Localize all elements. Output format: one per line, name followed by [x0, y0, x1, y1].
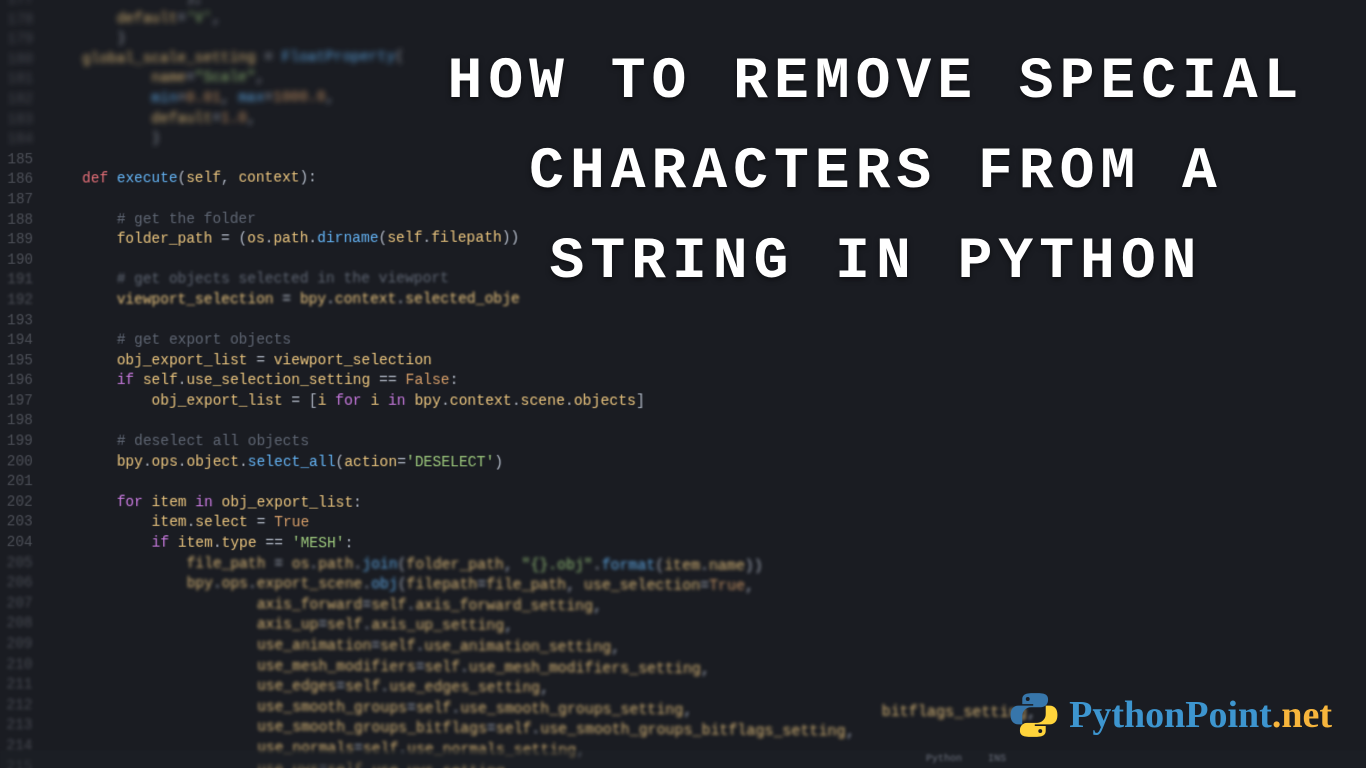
line-number: 177 — [1, 0, 48, 11]
code-content: name="Scale", — [48, 69, 265, 91]
code-content: default='V', — [48, 9, 221, 30]
line-number: 184 — [0, 131, 47, 151]
code-content: # get objects selected in the viewport — [47, 270, 449, 291]
code-content: default=1.0, — [48, 109, 256, 130]
line-number: 203 — [0, 513, 47, 533]
code-line: 195 obj_export_list = viewport_selection — [0, 351, 1366, 372]
line-number: 201 — [0, 473, 47, 493]
code-content: # get export objects — [47, 331, 291, 351]
code-content: global_scale_setting = FloatProperty( — [48, 48, 404, 71]
code-line: 199 # deselect all objects — [0, 432, 1366, 455]
line-number: 185 — [0, 151, 47, 171]
line-number: 211 — [0, 676, 47, 697]
python-logo-icon — [1009, 690, 1059, 740]
code-content: ) — [48, 30, 126, 51]
brand: PythonPoint.net — [1009, 690, 1332, 740]
line-number: 178 — [1, 11, 48, 31]
line-number: 205 — [0, 554, 47, 574]
line-number: 195 — [0, 352, 47, 372]
code-content: if self.use_selection_setting == False: — [47, 372, 458, 392]
code-content: # get the folder — [48, 210, 256, 231]
line-number: 187 — [0, 191, 47, 211]
code-content: if item.type == 'MESH': — [47, 534, 353, 556]
code-content: for item in obj_export_list: — [47, 493, 362, 514]
line-number: 207 — [0, 594, 47, 615]
line-number: 208 — [0, 615, 47, 636]
code-content: bpy.ops.object.select_all(action='DESELE… — [47, 453, 503, 474]
status-mode: INS — [988, 754, 1006, 765]
line-number: 193 — [0, 311, 47, 331]
code-line: 197 obj_export_list = [i for i in bpy.co… — [0, 392, 1366, 413]
code-content: obj_export_list = [i for i in bpy.contex… — [47, 392, 645, 413]
code-content: # deselect all objects — [47, 433, 309, 454]
code-content: ) — [48, 130, 160, 151]
line-number: 190 — [0, 251, 47, 271]
line-number: 194 — [0, 332, 47, 352]
line-number: 212 — [0, 696, 47, 717]
line-number: 200 — [0, 453, 47, 473]
code-content: item.select = True — [47, 514, 309, 535]
line-number: 199 — [0, 432, 47, 452]
code-content: min=0.01, max=1000.0, — [48, 89, 335, 111]
line-number: 182 — [0, 91, 47, 111]
code-line: 194 # get export objects — [0, 330, 1366, 352]
code-line: 198 — [0, 412, 1366, 434]
code-line: 196 if self.use_selection_setting == Fal… — [0, 372, 1366, 393]
code-content: axis_up=self.axis_up_setting, — [47, 615, 513, 638]
line-number: 198 — [0, 412, 47, 432]
code-line: 200 bpy.ops.object.select_all(action='DE… — [0, 453, 1366, 476]
line-number: 204 — [0, 534, 47, 554]
line-number: 179 — [1, 31, 48, 51]
line-number: 189 — [0, 231, 47, 251]
article-title: HOW TO REMOVE SPECIAL CHARACTERS FROM A … — [436, 38, 1316, 308]
line-number: 191 — [0, 271, 47, 291]
code-line: 193 — [0, 309, 1366, 332]
brand-text: PythonPoint.net — [1069, 693, 1332, 737]
code-content: obj_export_list = viewport_selection — [47, 351, 432, 371]
status-lang: Python — [926, 754, 962, 765]
line-number: 192 — [0, 291, 47, 311]
line-number: 181 — [1, 71, 48, 91]
line-number: 213 — [0, 717, 47, 738]
line-number: 188 — [0, 211, 47, 231]
line-number: 209 — [0, 635, 47, 656]
line-number: 210 — [0, 655, 47, 676]
line-number: 180 — [1, 51, 48, 71]
editor-status-bar: Python INS — [0, 750, 1366, 768]
line-number: 196 — [0, 372, 47, 392]
line-number: 206 — [0, 574, 47, 595]
line-number: 186 — [0, 171, 47, 191]
line-number: 202 — [0, 493, 47, 513]
line-number: 197 — [0, 392, 47, 412]
code-content: def execute(self, context): — [48, 169, 317, 190]
line-number: 183 — [0, 111, 47, 131]
